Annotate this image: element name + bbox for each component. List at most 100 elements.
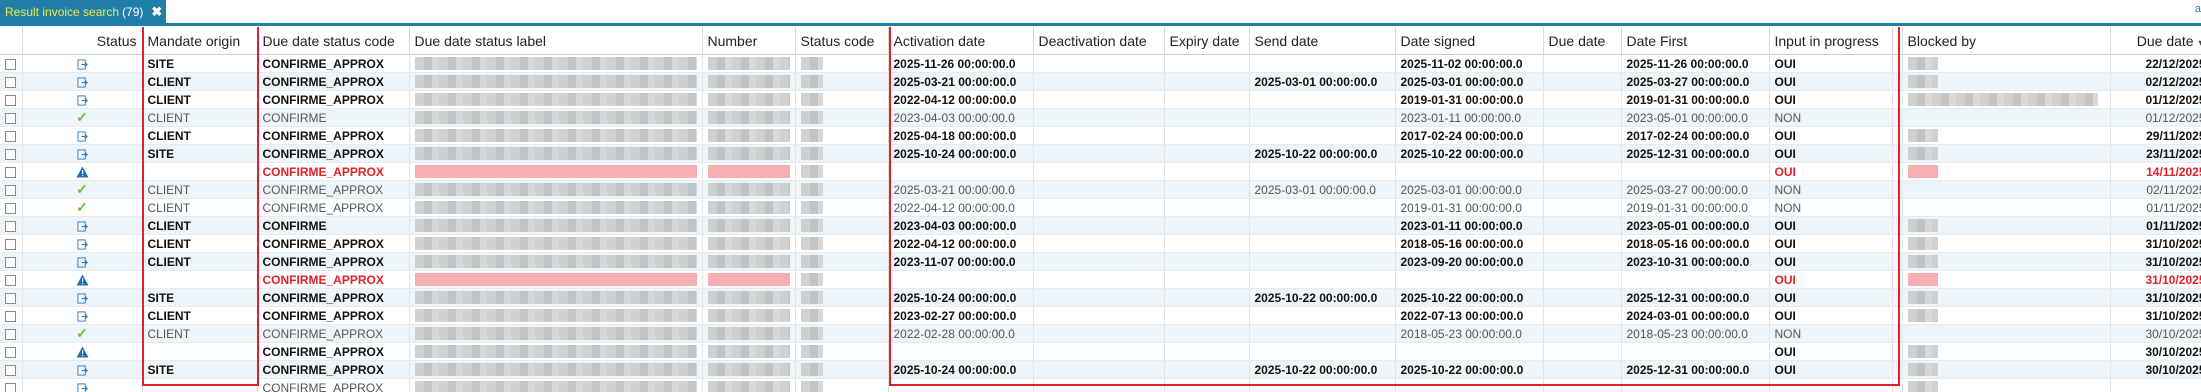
row-checkbox[interactable] (5, 346, 17, 358)
export-icon[interactable] (76, 309, 88, 323)
row-checkbox[interactable] (5, 382, 17, 392)
row-checkbox[interactable] (5, 94, 17, 106)
table-row[interactable]: SITE CONFIRME_APPROX 2025-11-26 00:00:00.0… (0, 54, 2201, 73)
row-checkbox-cell[interactable] (0, 72, 23, 91)
row-checkbox[interactable] (5, 184, 17, 196)
export-icon[interactable] (76, 93, 88, 107)
table-row[interactable]: CLIENT CONFIRME_APPROX 2025-03-21 00:00:00… (0, 72, 2201, 91)
row-checkbox-cell[interactable] (0, 342, 23, 361)
export-icon[interactable] (76, 129, 88, 143)
col-header-due-date-status-label[interactable]: Due date status label (409, 27, 703, 55)
sort-desc-icon[interactable]: ▼ (2197, 38, 2201, 48)
row-checkbox[interactable] (5, 166, 17, 178)
export-icon[interactable] (76, 381, 88, 392)
row-checkbox[interactable] (5, 310, 17, 322)
date-first-cell: 2019-01-31 00:00:00.0 (1621, 198, 1770, 217)
table-row[interactable]: CONFIRME_APPROX OUI 31/10/2025 (0, 270, 2201, 289)
col-header-expiry-date[interactable]: Expiry date (1164, 27, 1250, 55)
col-header-due-date[interactable]: Due date▼ (2110, 27, 2201, 55)
row-checkbox[interactable] (5, 274, 17, 286)
row-checkbox-cell[interactable] (0, 90, 23, 109)
col-header-mandate-origin[interactable]: Mandate origin (142, 27, 258, 55)
table-row[interactable]: CLIENT CONFIRME 2023-04-03 00:00:00.0 2023-… (0, 216, 2201, 235)
col-header-number[interactable]: Number (702, 27, 796, 55)
close-icon[interactable]: ✖ (151, 4, 162, 20)
table-row[interactable]: CLIENT CONFIRME_APPROX 2023-02-27 00:00:00… (0, 306, 2201, 325)
col-header-activation-date[interactable]: Activation date (888, 27, 1034, 55)
col-header-check[interactable] (0, 27, 23, 55)
row-checkbox[interactable] (5, 364, 17, 376)
table-row[interactable]: CLIENT CONFIRME_APPROX 2025-04-18 00:00:00… (0, 126, 2201, 145)
due-date-status-code-cell: CONFIRME_APPROX (257, 324, 410, 343)
row-checkbox-cell[interactable] (0, 234, 23, 253)
table-row[interactable]: ✓ CLIENT CONFIRME 2023-04-03 00:00:00.0 2023… (0, 108, 2201, 127)
row-checkbox-cell[interactable] (0, 198, 23, 217)
row-checkbox[interactable] (5, 256, 17, 268)
export-icon[interactable] (76, 147, 88, 161)
row-checkbox-cell[interactable] (0, 378, 23, 392)
row-checkbox[interactable] (5, 58, 17, 70)
row-checkbox[interactable] (5, 112, 17, 124)
table-row[interactable]: ✓ CLIENT CONFIRME_APPROX 2025-03-21 00:00:0… (0, 180, 2201, 199)
export-icon[interactable] (76, 219, 88, 233)
row-checkbox-cell[interactable] (0, 270, 23, 289)
export-icon[interactable] (76, 237, 88, 251)
row-checkbox-cell[interactable] (0, 288, 23, 307)
row-checkbox-cell[interactable] (0, 216, 23, 235)
table-row[interactable]: CONFIRME_APPROX OUI 14/11/2025 (0, 162, 2201, 181)
col-header-due-date-status-code[interactable]: Due date status code (257, 27, 410, 55)
corner-link[interactable]: a (2195, 3, 2201, 15)
row-checkbox-cell[interactable] (0, 180, 23, 199)
row-checkbox-cell[interactable] (0, 360, 23, 379)
col-header-deactivation-date[interactable]: Deactivation date (1033, 27, 1165, 55)
row-checkbox-cell[interactable] (0, 324, 23, 343)
table-row[interactable]: SITE CONFIRME_APPROX 2025-10-24 00:00:00.0… (0, 144, 2201, 163)
activation-date-cell: 2025-10-24 00:00:00.0 (888, 144, 1034, 163)
due-date-cell: 30/10/2025 (2110, 360, 2201, 379)
row-checkbox-cell[interactable] (0, 162, 23, 181)
export-icon[interactable] (76, 75, 88, 89)
row-checkbox-cell[interactable] (0, 306, 23, 325)
row-checkbox-cell[interactable] (0, 144, 23, 163)
row-checkbox[interactable] (5, 328, 17, 340)
export-icon[interactable] (76, 363, 88, 377)
table-row[interactable]: CLIENT CONFIRME_APPROX 2023-11-07 00:00:00… (0, 252, 2201, 271)
col-header-due-date-short[interactable]: Due date (1543, 27, 1622, 55)
row-checkbox[interactable] (5, 148, 17, 160)
row-checkbox[interactable] (5, 292, 17, 304)
date-signed-cell: 2025-11-02 00:00:00.0 (1395, 54, 1544, 73)
due-date-short-cell (1543, 144, 1622, 163)
export-icon[interactable] (76, 291, 88, 305)
row-checkbox[interactable] (5, 130, 17, 142)
table-row[interactable]: ✓ CLIENT CONFIRME_APPROX 2022-02-28 00:00:0… (0, 324, 2201, 343)
export-icon[interactable] (76, 255, 88, 269)
table-row[interactable]: CLIENT CONFIRME_APPROX 2022-04-12 00:00:00… (0, 234, 2201, 253)
row-checkbox[interactable] (5, 238, 17, 250)
col-header-date-first[interactable]: Date First (1621, 27, 1770, 55)
row-checkbox[interactable] (5, 76, 17, 88)
deactivation-date-cell (1033, 162, 1165, 181)
table-row[interactable]: CONFIRME_APPROX (0, 378, 2201, 392)
row-checkbox[interactable] (5, 202, 17, 214)
row-checkbox-cell[interactable] (0, 54, 23, 73)
date-first-cell (1621, 270, 1770, 289)
table-row[interactable]: CONFIRME_APPROX OUI 30/10/2025 (0, 342, 2201, 361)
table-row[interactable]: CLIENT CONFIRME_APPROX 2022-04-12 00:00:00… (0, 90, 2201, 109)
blocked-by-cell (1902, 324, 2111, 343)
col-header-input-in-progress[interactable]: Input in progress (1769, 27, 1893, 55)
col-header-status[interactable]: Status (22, 27, 143, 55)
tab-result-invoice-search[interactable]: Result invoice search (79) ✖ (0, 0, 166, 23)
table-row[interactable]: SITE CONFIRME_APPROX 2025-10-24 00:00:00.0… (0, 360, 2201, 379)
mandate-origin-cell: CLIENT (142, 72, 258, 91)
table-row[interactable]: ✓ CLIENT CONFIRME_APPROX 2022-04-12 00:00:0… (0, 198, 2201, 217)
col-header-send-date[interactable]: Send date (1249, 27, 1396, 55)
table-row[interactable]: SITE CONFIRME_APPROX 2025-10-24 00:00:00.0… (0, 288, 2201, 307)
export-icon[interactable] (76, 57, 88, 71)
row-checkbox[interactable] (5, 220, 17, 232)
row-checkbox-cell[interactable] (0, 126, 23, 145)
col-header-date-signed[interactable]: Date signed (1395, 27, 1544, 55)
col-header-status-code[interactable]: Status code (795, 27, 889, 55)
row-checkbox-cell[interactable] (0, 108, 23, 127)
row-checkbox-cell[interactable] (0, 252, 23, 271)
col-header-blocked-by[interactable]: Blocked by (1902, 27, 2111, 55)
